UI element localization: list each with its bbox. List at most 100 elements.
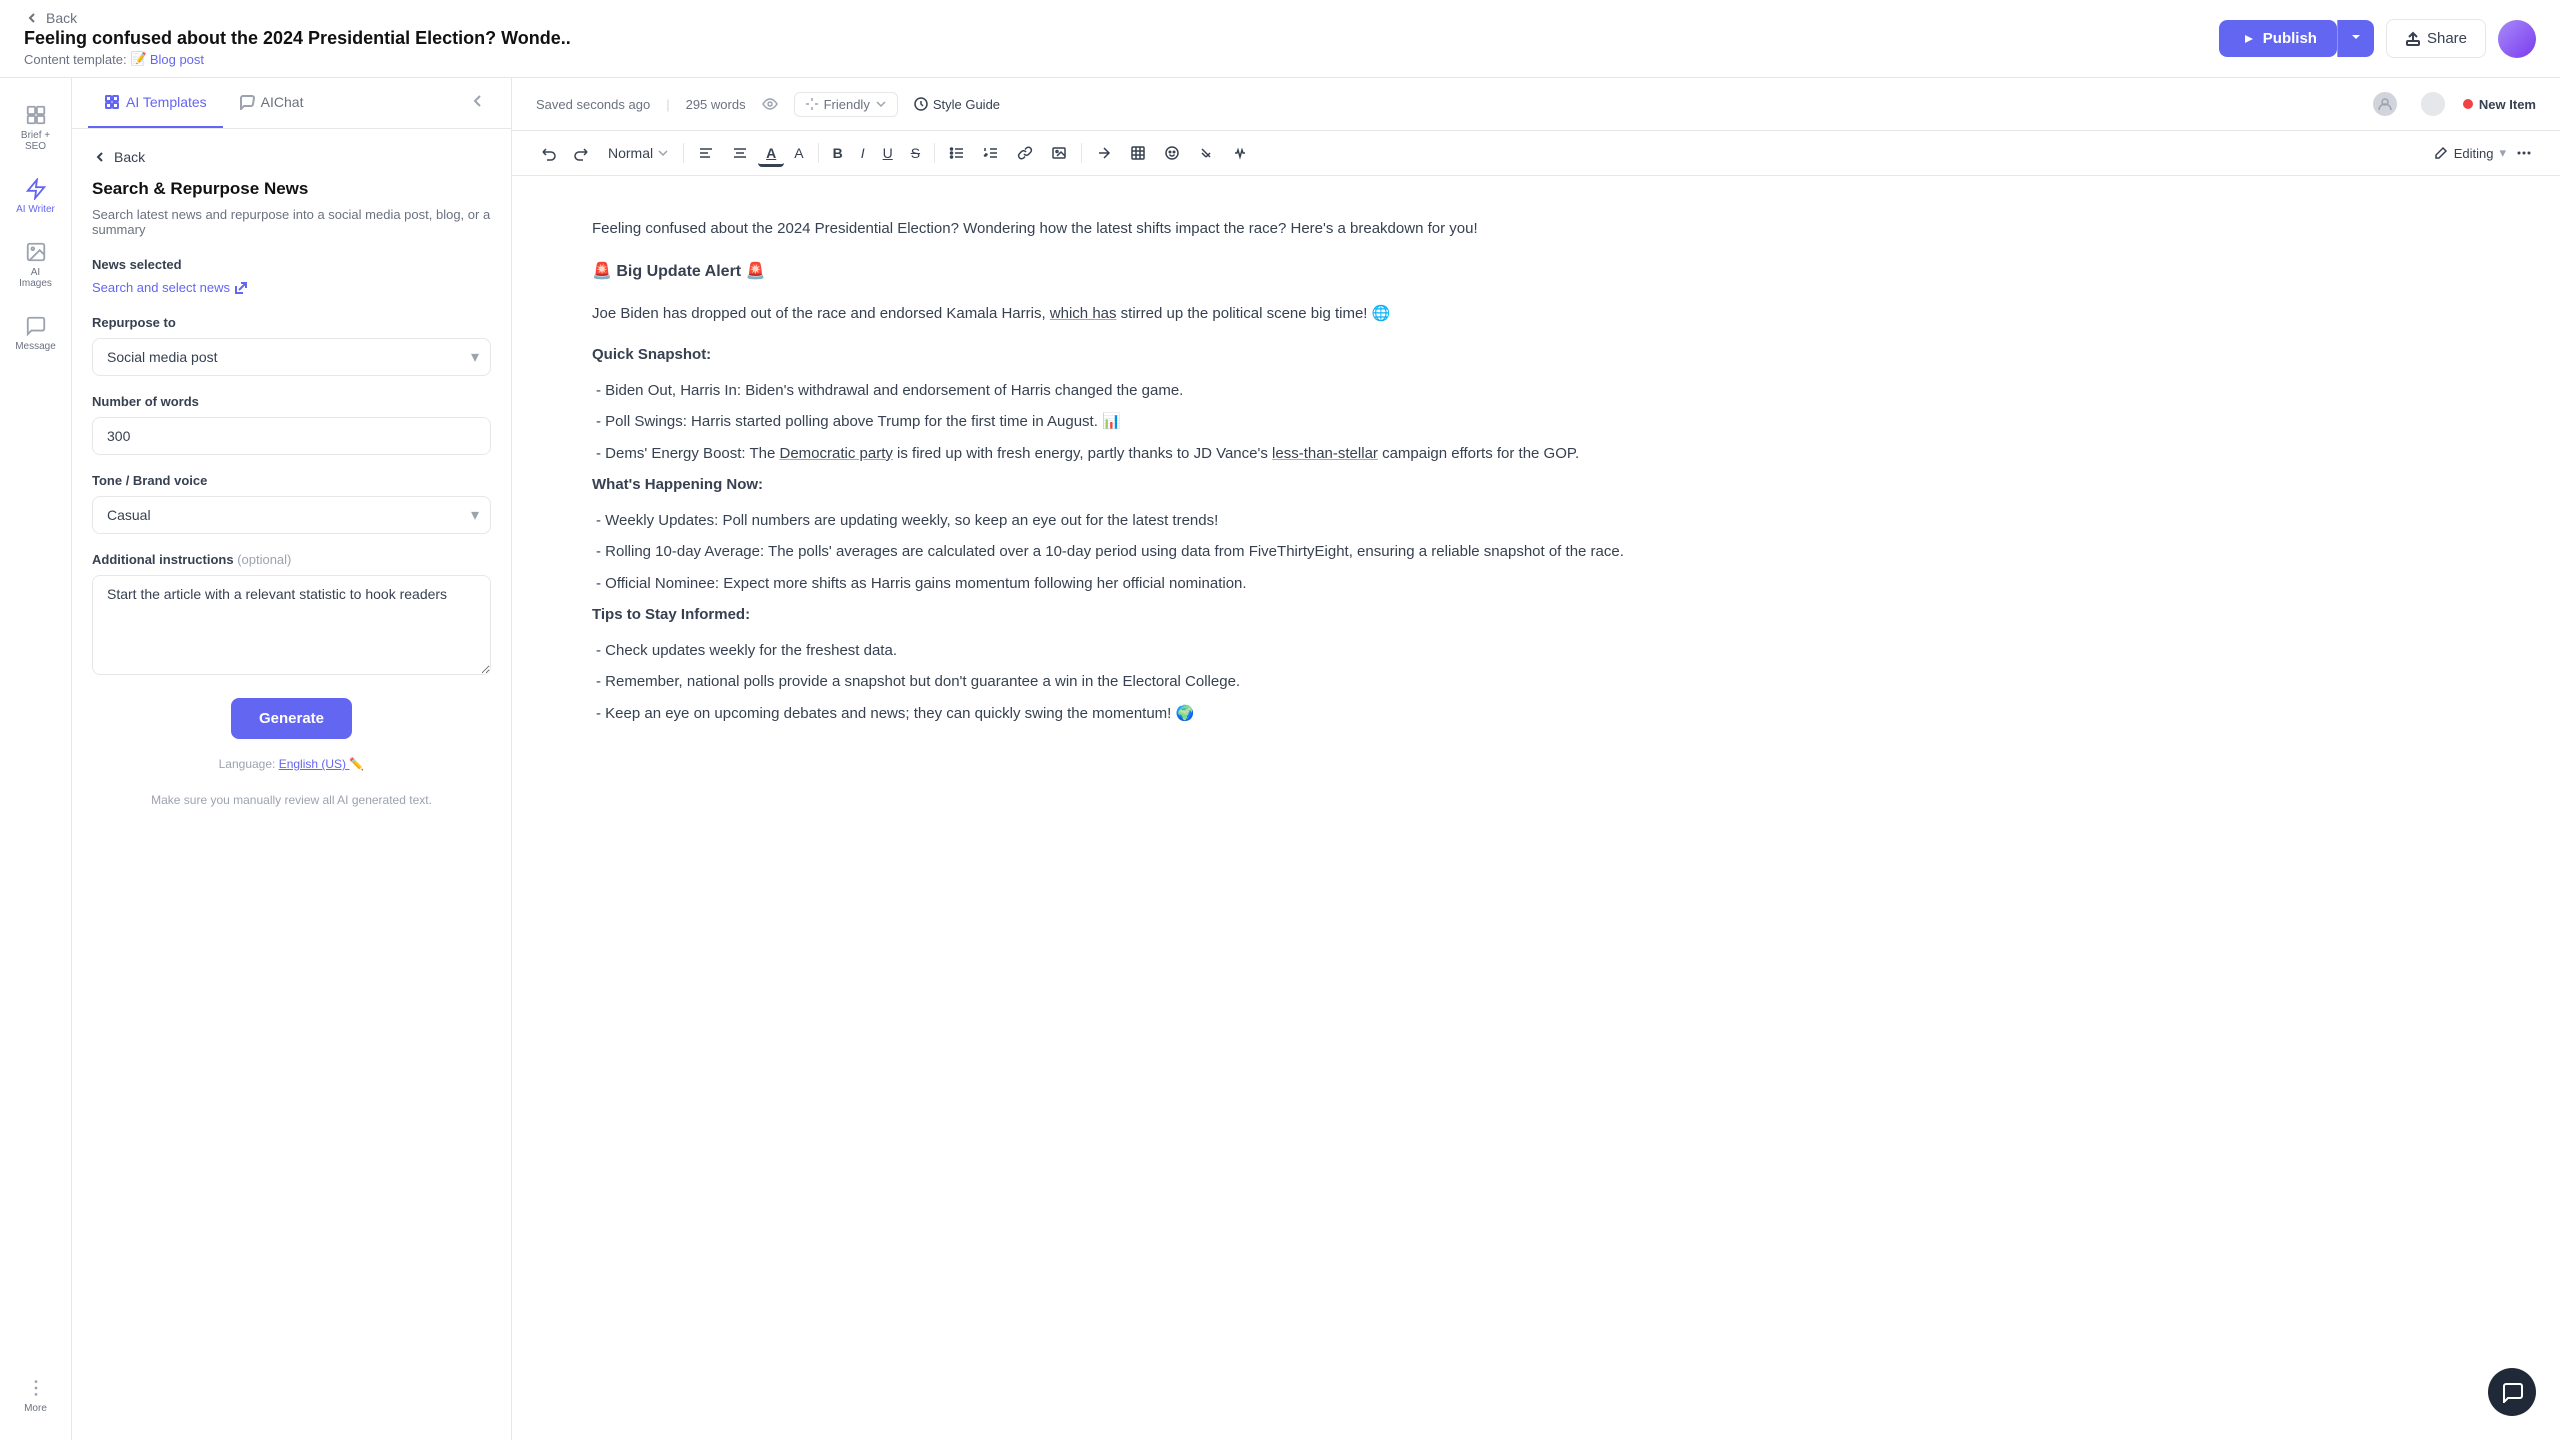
- more-options-button[interactable]: [2508, 139, 2540, 167]
- toolbar-divider-2: [818, 143, 819, 163]
- template-description: Search latest news and repurpose into a …: [92, 207, 491, 237]
- repurpose-field: Repurpose to Social media post Blog post…: [92, 315, 491, 376]
- instructions-textarea[interactable]: Start the article with a relevant statis…: [92, 575, 491, 675]
- publish-button[interactable]: Publish: [2219, 20, 2337, 57]
- page-title: Feeling confused about the 2024 Presiden…: [24, 28, 571, 49]
- panel-back-button[interactable]: Back: [92, 149, 491, 165]
- sidebar-item-more[interactable]: More: [6, 1367, 66, 1424]
- tab-ai-templates[interactable]: AI Templates: [88, 78, 223, 128]
- bold-button[interactable]: B: [825, 139, 851, 167]
- undo-button[interactable]: [532, 139, 564, 167]
- table-button[interactable]: [1122, 139, 1154, 167]
- icon-sidebar: Brief + SEO AI Writer AI Images Message …: [0, 78, 72, 1440]
- tip-3: - Keep an eye on upcoming debates and ne…: [592, 701, 2480, 727]
- intro-paragraph: Feeling confused about the 2024 Presiden…: [592, 216, 2480, 242]
- italic-button[interactable]: I: [853, 139, 873, 167]
- new-item-indicator: [2463, 99, 2473, 109]
- publish-caret-button[interactable]: [2337, 20, 2374, 57]
- publish-button-group: Publish: [2219, 20, 2374, 57]
- editor-toolbar: Normal A A B I U: [512, 131, 2560, 176]
- collaborator-avatar-2: [2419, 90, 2447, 118]
- more-button[interactable]: [1088, 139, 1120, 167]
- instructions-field: Additional instructions (optional) Start…: [92, 552, 491, 680]
- ai-button[interactable]: [1224, 139, 1256, 167]
- image-button[interactable]: [1043, 139, 1075, 167]
- chat-bubble[interactable]: [2488, 1368, 2536, 1416]
- word-count: 295 words: [686, 97, 746, 112]
- topbar: Back Feeling confused about the 2024 Pre…: [0, 0, 2560, 78]
- instructions-label: Additional instructions (optional): [92, 552, 491, 567]
- back-button[interactable]: Back: [24, 10, 571, 26]
- bullet-energy: - Dems' Energy Boost: The Democratic par…: [592, 441, 2480, 467]
- new-item-button[interactable]: New Item: [2463, 97, 2536, 112]
- tone-select[interactable]: Casual Formal Friendly Professional: [92, 496, 491, 534]
- main-layout: Brief + SEO AI Writer AI Images Message …: [0, 78, 2560, 1440]
- align-button[interactable]: [724, 139, 756, 167]
- tab-aichat[interactable]: AIChat: [223, 78, 320, 128]
- panel-collapse-button[interactable]: [461, 84, 495, 123]
- generate-button[interactable]: Generate: [231, 698, 352, 739]
- saved-status: Saved seconds ago: [536, 97, 650, 112]
- tip-1: - Check updates weekly for the freshest …: [592, 638, 2480, 664]
- style-guide-button[interactable]: Style Guide: [914, 97, 1000, 112]
- highlight-button[interactable]: A: [786, 139, 811, 167]
- news-selected-field: News selected Search and select news: [92, 257, 491, 295]
- numbered-list-button[interactable]: [975, 139, 1007, 167]
- panel-footer: Language: English (US) ✏️ Make sure you …: [92, 755, 491, 817]
- tips-title: Tips to Stay Informed:: [592, 602, 2480, 628]
- content-template-label: Content template: 📝 Blog post: [24, 51, 571, 67]
- happening-title: What's Happening Now:: [592, 472, 2480, 498]
- left-panel: AI Templates AIChat Back Search & Repurp…: [72, 78, 512, 1440]
- topbar-actions: Publish Share: [2219, 19, 2536, 58]
- cut-button[interactable]: [1190, 139, 1222, 167]
- text-color-button[interactable]: A: [758, 139, 784, 167]
- bullet-rolling: - Rolling 10-day Average: The polls' ave…: [592, 539, 2480, 565]
- word-count-label: Number of words: [92, 394, 491, 409]
- blog-post-link[interactable]: 📝 Blog post: [131, 51, 204, 67]
- toolbar-divider-4: [1081, 143, 1082, 163]
- underline-button[interactable]: U: [875, 139, 901, 167]
- panel-tabs: AI Templates AIChat: [72, 78, 511, 129]
- align-left-button[interactable]: [690, 139, 722, 167]
- redo-button[interactable]: [566, 139, 598, 167]
- tone-label: Tone / Brand voice: [92, 473, 491, 488]
- tone-field: Tone / Brand voice Casual Formal Friendl…: [92, 473, 491, 534]
- word-count-field: Number of words: [92, 394, 491, 455]
- link-button[interactable]: [1009, 139, 1041, 167]
- highlighted-text: which has: [1050, 305, 1117, 322]
- emoji-button[interactable]: [1156, 139, 1188, 167]
- quick-snapshot-title: Quick Snapshot:: [592, 342, 2480, 368]
- tip-2: - Remember, national polls provide a sna…: [592, 669, 2480, 695]
- bullet-polls: - Poll Swings: Harris started polling ab…: [592, 409, 2480, 435]
- format-select[interactable]: Normal: [600, 140, 677, 166]
- view-button[interactable]: [762, 96, 778, 112]
- editing-badge[interactable]: Editing ▾: [2434, 145, 2506, 161]
- panel-content: Back Search & Repurpose News Search late…: [72, 129, 511, 1440]
- repurpose-select[interactable]: Social media post Blog post Summary: [92, 338, 491, 376]
- sidebar-item-brief-seo[interactable]: Brief + SEO: [6, 94, 66, 162]
- paragraph-biden: Joe Biden has dropped out of the race an…: [592, 301, 2480, 327]
- editor-area: Saved seconds ago | 295 words Friendly S…: [512, 78, 2560, 1440]
- toolbar-divider-1: [683, 143, 684, 163]
- bullet-list-button[interactable]: [941, 139, 973, 167]
- bullet-nominee: - Official Nominee: Expect more shifts a…: [592, 571, 2480, 597]
- news-selected-label: News selected: [92, 257, 491, 272]
- strikethrough-button[interactable]: S: [903, 139, 928, 167]
- tone-button[interactable]: Friendly: [794, 92, 898, 117]
- bullet-weekly: - Weekly Updates: Poll numbers are updat…: [592, 508, 2480, 534]
- sidebar-item-ai-writer[interactable]: AI Writer: [6, 168, 66, 225]
- bullet-biden-out: - Biden Out, Harris In: Biden's withdraw…: [592, 378, 2480, 404]
- sidebar-item-ai-images[interactable]: AI Images: [6, 231, 66, 299]
- democratic-party-highlight: Democratic party: [780, 445, 893, 462]
- share-button[interactable]: Share: [2386, 19, 2486, 58]
- news-select-link[interactable]: Search and select news: [92, 280, 491, 295]
- word-count-input[interactable]: [92, 417, 491, 455]
- template-heading: Search & Repurpose News: [92, 179, 491, 199]
- user-avatar[interactable]: [2498, 20, 2536, 58]
- editor-content[interactable]: Feeling confused about the 2024 Presiden…: [512, 176, 2560, 1440]
- sidebar-item-message[interactable]: Message: [6, 305, 66, 362]
- alert-box: 🚨 Big Update Alert 🚨: [592, 258, 2480, 285]
- instructions-optional: (optional): [237, 552, 291, 567]
- repurpose-label: Repurpose to: [92, 315, 491, 330]
- language-link[interactable]: English (US): [279, 757, 350, 771]
